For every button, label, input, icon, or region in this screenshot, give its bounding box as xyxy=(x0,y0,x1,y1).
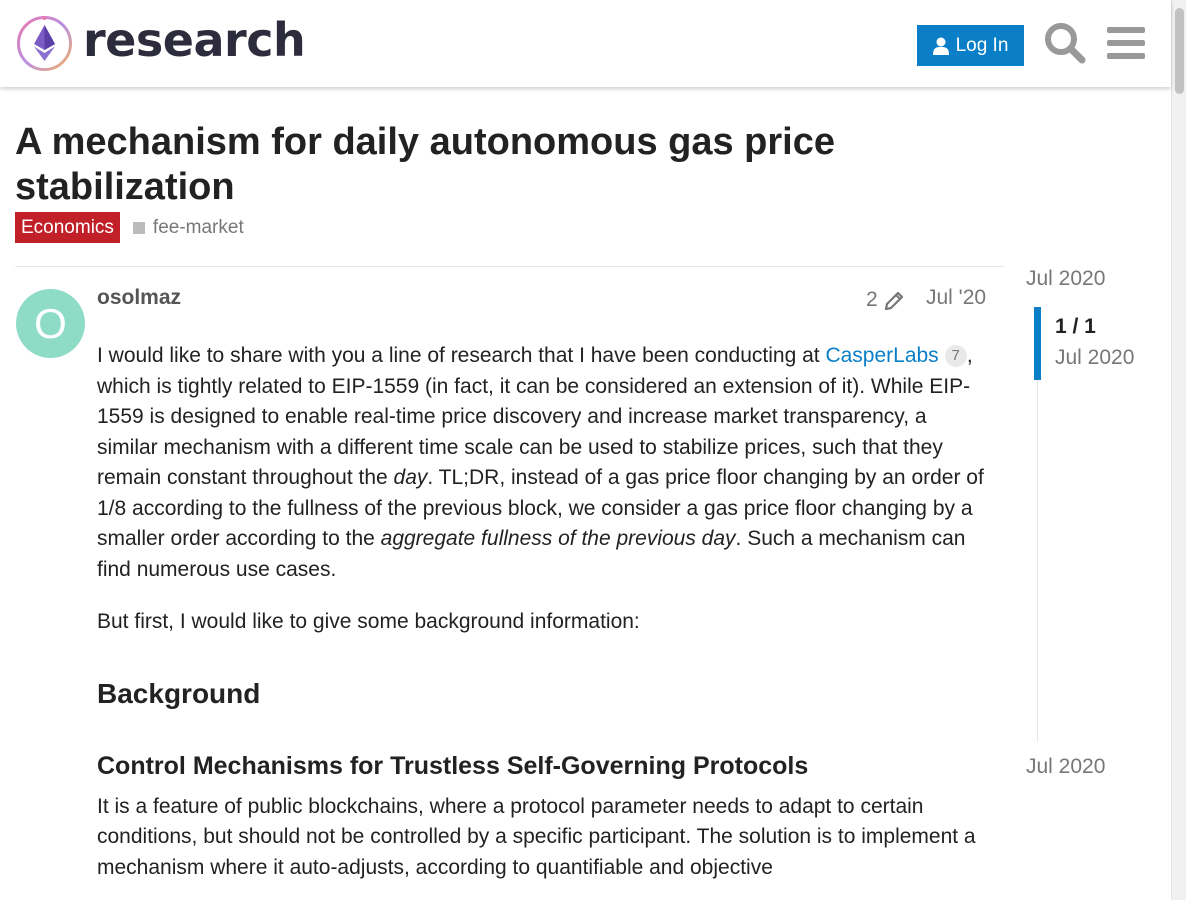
topic-tags: Economics fee-market xyxy=(15,212,244,243)
topic-divider xyxy=(15,266,1004,267)
edit-count: 2 xyxy=(866,288,878,311)
ethereum-research-logo-icon xyxy=(17,16,72,71)
timeline-start-date[interactable]: Jul 2020 xyxy=(1026,267,1105,291)
avatar[interactable]: O xyxy=(16,289,85,358)
emphasis-text: aggregate fullness of the previous day xyxy=(380,527,736,550)
site-logo[interactable]: research xyxy=(16,13,306,72)
post-paragraph: I would like to share with you a line of… xyxy=(97,341,992,585)
post-paragraph: It is a feature of public blockchains, w… xyxy=(97,794,976,879)
scrollbar-thumb[interactable] xyxy=(1175,8,1184,94)
timeline-position-date: Jul 2020 xyxy=(1055,346,1135,369)
heading-control-mechanisms: Control Mechanisms for Trustless Self-Go… xyxy=(97,751,809,780)
post-date[interactable]: Jul '20 xyxy=(926,286,986,310)
tag-square-icon xyxy=(132,221,145,234)
pencil-icon xyxy=(884,291,903,311)
heading-background: Background xyxy=(97,677,261,709)
edit-history-button[interactable]: 2 xyxy=(866,288,906,312)
timeline-end-date[interactable]: Jul 2020 xyxy=(1026,755,1105,779)
login-button[interactable]: Log In xyxy=(917,25,1024,66)
login-label: Log In xyxy=(955,34,1009,56)
emphasis-text: day xyxy=(393,466,428,489)
tag-fee-market[interactable]: fee-market xyxy=(132,216,244,239)
text-span: I would like to share with you a line of… xyxy=(97,344,826,367)
site-header: research Log In xyxy=(0,0,1171,87)
user-icon xyxy=(932,37,949,55)
link-click-count: 7 xyxy=(944,345,967,368)
post-username[interactable]: osolmaz xyxy=(97,286,181,310)
casperlabs-link[interactable]: CasperLabs xyxy=(825,344,938,367)
tag-label: fee-market xyxy=(152,216,244,238)
page-scrollbar[interactable] xyxy=(1171,0,1186,900)
search-icon[interactable] xyxy=(1044,22,1086,64)
topic-title[interactable]: A mechanism for daily autonomous gas pri… xyxy=(15,120,915,210)
hamburger-menu-icon[interactable] xyxy=(1107,26,1145,60)
post-body: I would like to share with you a line of… xyxy=(97,341,992,900)
post-paragraph: But first, I would like to give some bac… xyxy=(97,610,640,633)
timeline-position: 1 / 1 xyxy=(1055,315,1096,338)
site-name: research xyxy=(83,13,306,67)
category-badge[interactable]: Economics xyxy=(15,212,120,243)
timeline-handle[interactable] xyxy=(1034,307,1041,380)
